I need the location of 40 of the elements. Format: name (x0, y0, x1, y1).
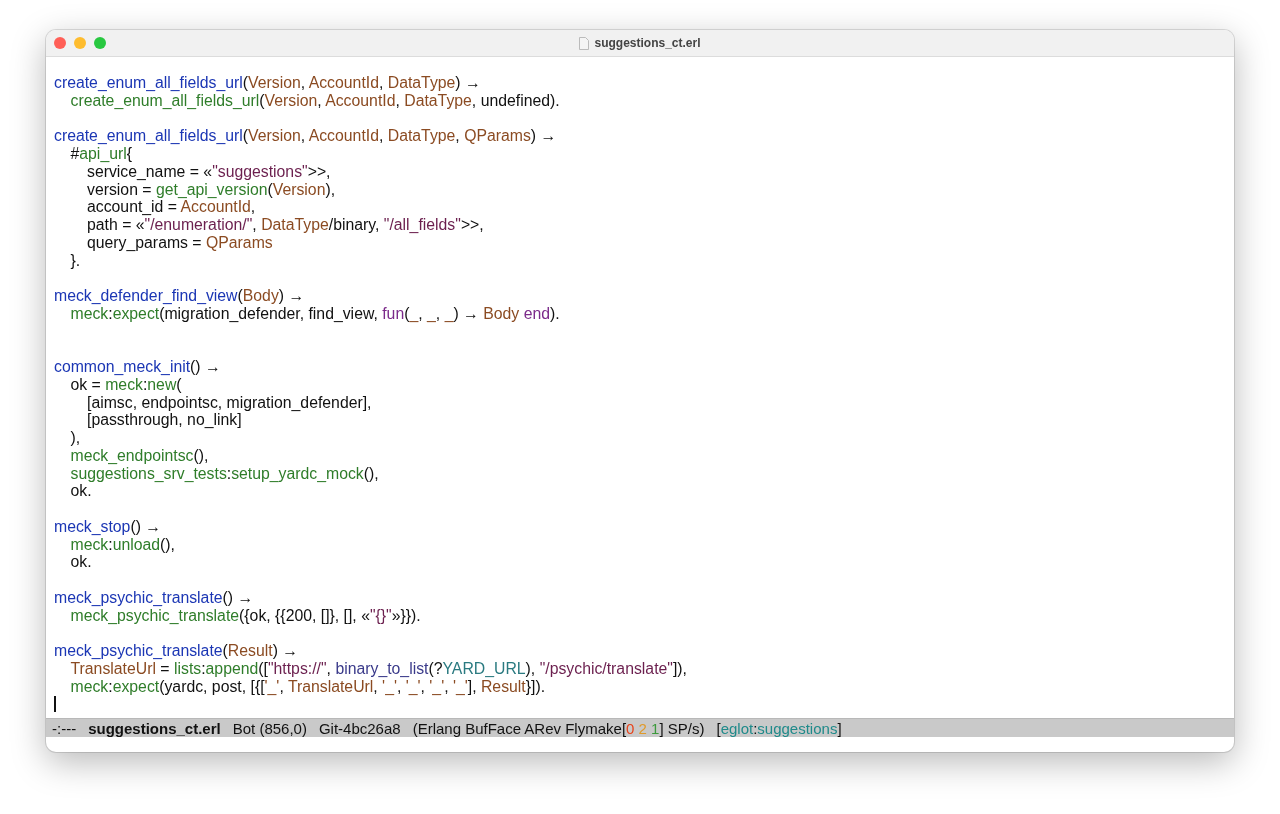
code-line: create_enum_all_fields_url(Version, AccountId, DataType, QParams) → (54, 127, 558, 145)
code-line: [passthrough, no_link] (87, 411, 243, 429)
buffer-status: -:--- (52, 719, 77, 737)
code-line: #api_url{ (70, 145, 133, 163)
code-line: meck_endpointsc(), (70, 446, 210, 465)
document-icon (579, 36, 590, 50)
code-line: suggestions_srv_tests:setup_yardc_mock(), (70, 464, 380, 483)
maximize-button[interactable] (94, 37, 106, 49)
lsp-status: [eglot:suggestions] (716, 719, 842, 737)
code-line: meck:expect(migration_defender, find_view, fun(_, _, _) → Body end). (70, 304, 561, 323)
code-line: path = «"/enumeration/", DataType/binary, "/all_fields">>, (87, 216, 485, 234)
code-line: service_name = «"suggestions">>, (87, 162, 332, 181)
code-line: meck:expect(yardc, post, [{['_', TranslateUrl, '_', '_', '_', '_'], Result}]). (70, 677, 547, 696)
code-line: create_enum_all_fields_url(Version, AccountId, DataType) → (54, 74, 482, 92)
cursor-position: Bot (856,0) (232, 719, 307, 737)
code-line: [aimsc, endpointsc, migration_defender], (87, 393, 373, 412)
code-line: ok. (70, 482, 93, 500)
mode-list: (Erlang BufFace ARev Flymake[0 2 1] SP/s) (412, 719, 705, 737)
code-line: version = get_api_version(Version), (87, 180, 337, 199)
minimize-button[interactable] (74, 37, 86, 49)
code-line: query_params = QParams (87, 233, 274, 252)
window-title: suggestions_ct.erl (594, 36, 701, 50)
code-line: account_id = AccountId, (87, 198, 257, 216)
code-line: meck_psychic_translate({ok, {{200, []}, [], «"{}"»}}). (70, 606, 422, 625)
code-line: meck_defender_find_view(Body) → (54, 287, 306, 305)
code-line: }. (70, 251, 82, 270)
code-line: ok = meck:new( (70, 375, 183, 394)
git-branch: Git-4bc26a8 (318, 719, 401, 737)
code-line: meck:unload(), (70, 535, 176, 554)
text-cursor (54, 696, 56, 713)
code-line: ok. (70, 553, 93, 571)
buffer-name: suggestions_ct.erl (88, 719, 221, 737)
code-line: TranslateUrl = lists:append(["https://", binary_to_list(?YARD_URL), "/psychic/translate"]), (70, 659, 688, 678)
code-line: common_meck_init() → (54, 358, 222, 376)
code-line: ), (70, 429, 82, 447)
code-line: meck_psychic_translate(Result) → (54, 642, 300, 660)
code-line: meck_psychic_translate() → (54, 588, 255, 607)
code-line: create_enum_all_fields_url(Version, AccountId, DataType, undefined). (70, 91, 561, 110)
close-button[interactable] (54, 37, 66, 49)
code-line: meck_stop() → (54, 517, 163, 536)
